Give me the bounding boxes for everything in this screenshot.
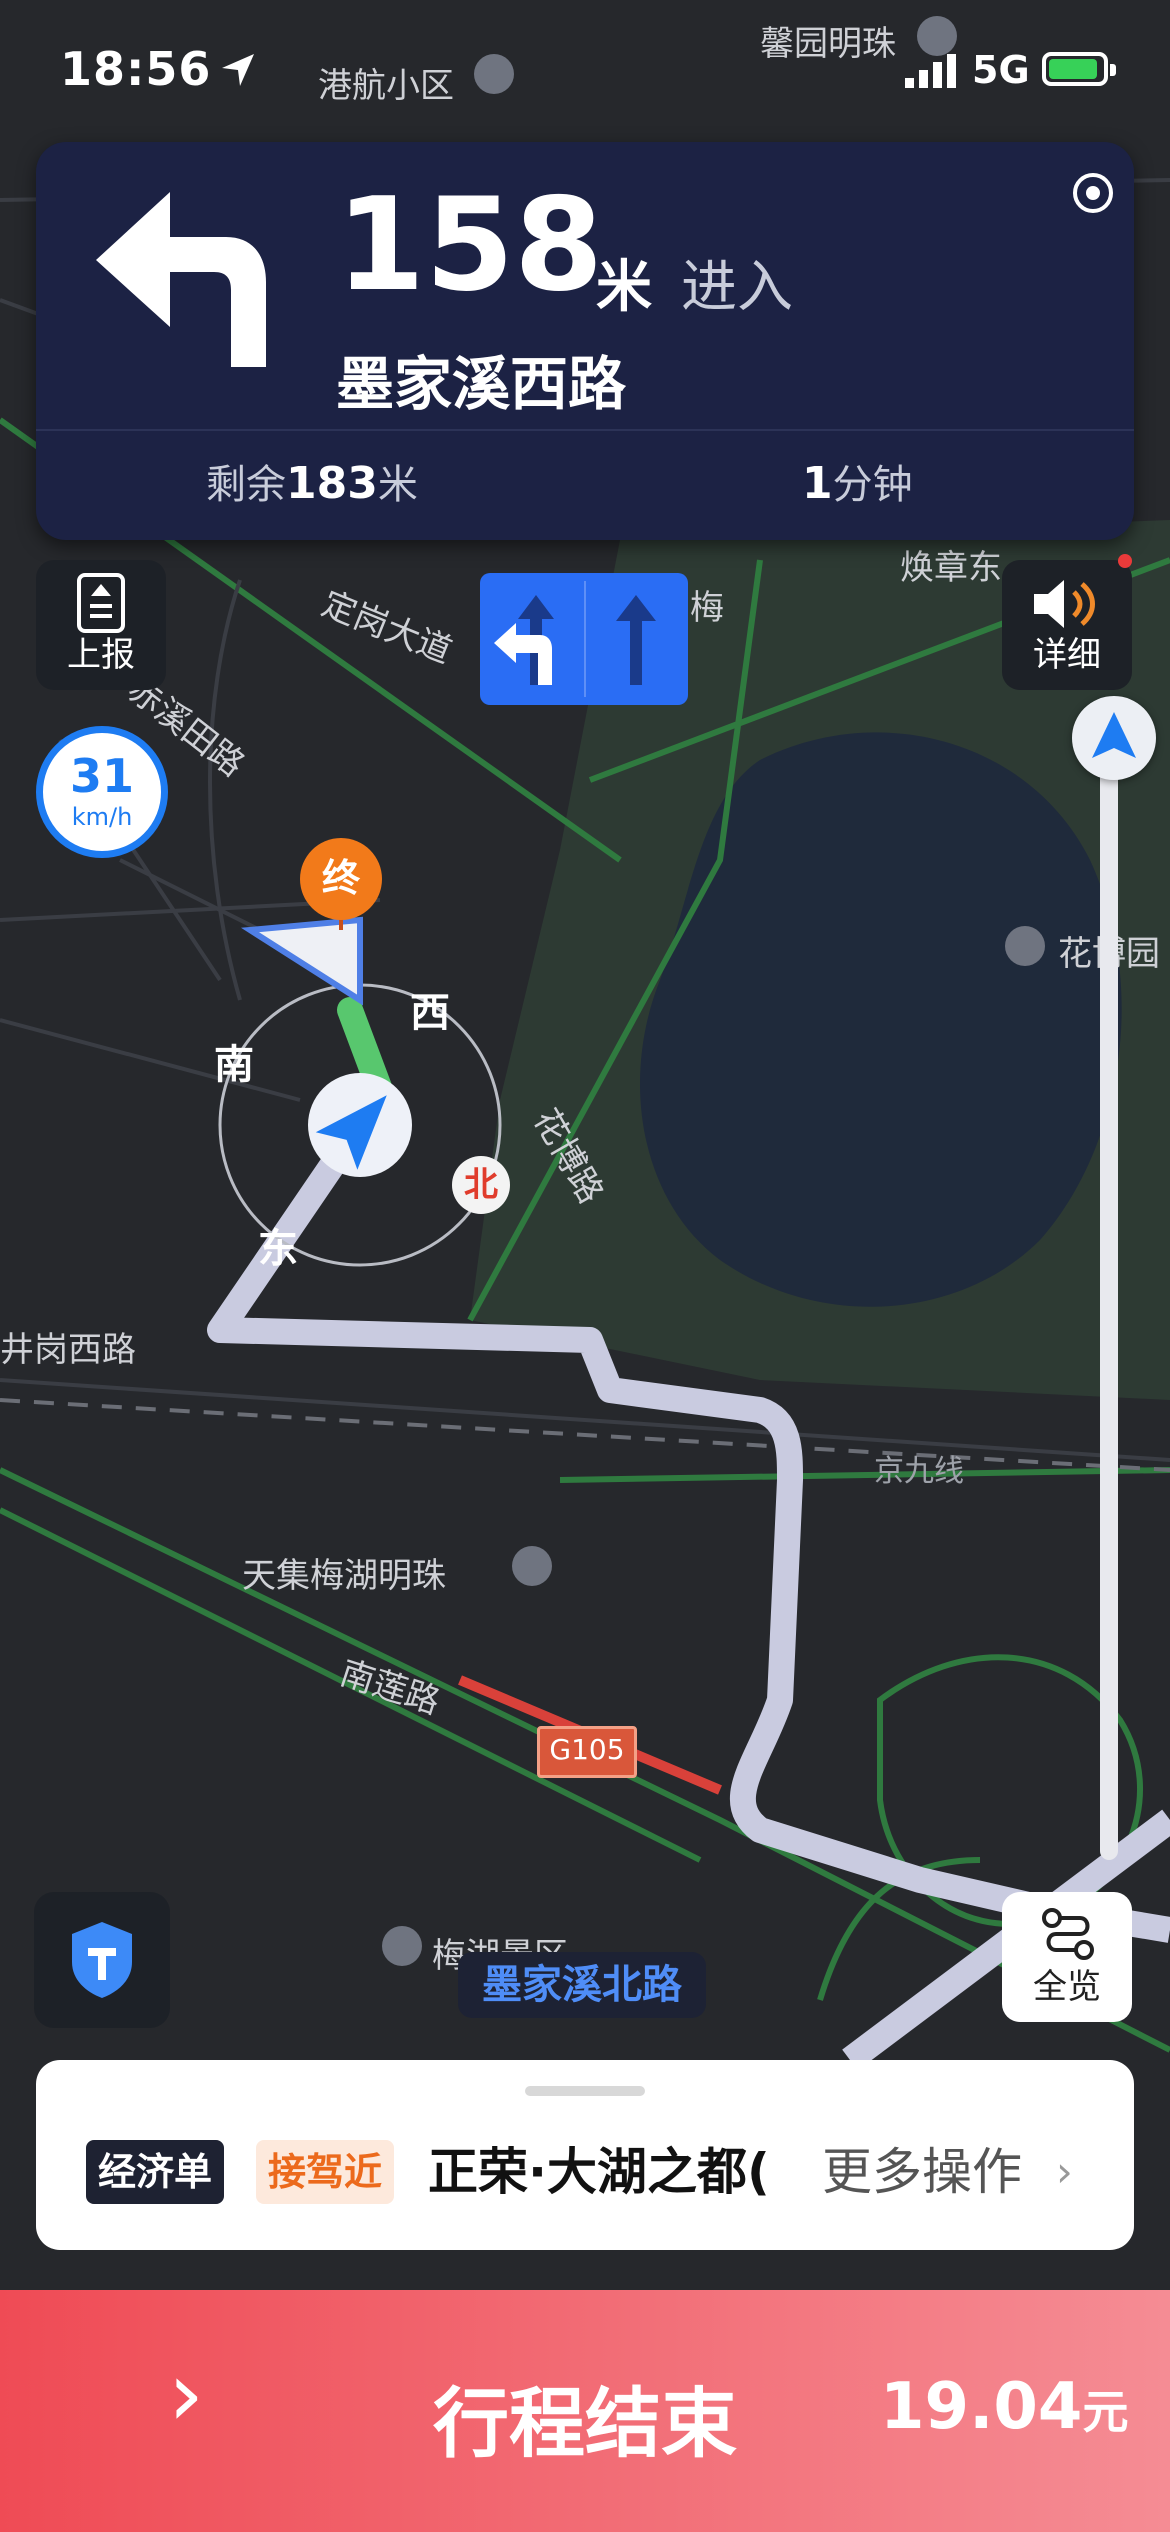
- current-road-label: 墨家溪北路: [458, 1952, 706, 2018]
- destination-name: 正荣·大湖之都(: [428, 2143, 770, 2201]
- chevron-right-icon[interactable]: ›: [1056, 2136, 1073, 2208]
- map-label-poi[interactable]: 天集梅湖明珠: [242, 1548, 446, 1597]
- map-label-road: 焕章东: [900, 548, 1002, 588]
- destination-marker[interactable]: 终: [300, 838, 382, 920]
- fare-value: 19.04: [880, 2370, 1083, 2444]
- cell-signal-icon: [905, 54, 956, 88]
- location-arrow-icon: [222, 54, 254, 86]
- turn-left-arrow-icon: [96, 192, 266, 367]
- fare-unit: 元: [1082, 2385, 1129, 2439]
- network-type: 5G: [972, 48, 1030, 92]
- notification-dot: [1118, 554, 1132, 568]
- remaining-time: 1分钟: [802, 452, 913, 510]
- speed-unit: km/h: [71, 803, 133, 831]
- remaining-unit: 米: [377, 462, 418, 508]
- speed-indicator: 31 km/h: [36, 726, 168, 858]
- pickup-badge: 接驾近: [256, 2140, 395, 2204]
- map-label-rail: 京九线: [874, 1454, 964, 1489]
- navigation-instruction-card[interactable]: 158 米 进入 墨家溪西路 剩余183米 1分钟: [36, 142, 1134, 540]
- order-card[interactable]: 经济单 接驾近 正荣·大湖之都( 更多操作 ›: [36, 2060, 1134, 2250]
- route-overview-icon: [1042, 1908, 1094, 1960]
- detail-label: 详细: [1033, 635, 1101, 675]
- turn-distance: 158: [336, 171, 604, 320]
- next-road-name: 墨家溪西路: [336, 350, 627, 418]
- more-actions-link[interactable]: 更多操作: [822, 2136, 1022, 2208]
- battery-icon: [1042, 52, 1116, 86]
- shield-icon: [72, 1922, 132, 1998]
- nav-divider: [36, 429, 1134, 431]
- eta-value: 1: [802, 458, 833, 509]
- lane-guidance: [480, 573, 688, 705]
- remaining-value: 183: [286, 458, 378, 509]
- eta-unit: 分钟: [832, 462, 913, 508]
- turn-action: 进入: [681, 255, 793, 320]
- voice-detail-button[interactable]: 详细: [1002, 560, 1132, 690]
- compass-south: 南: [214, 1042, 254, 1088]
- lane-arrows-icon: [494, 581, 656, 697]
- safety-shield-button[interactable]: [34, 1892, 170, 2028]
- report-label: 上报: [67, 635, 135, 675]
- status-bar: 18:56 5G: [0, 0, 1170, 150]
- end-trip-slider[interactable]: › 行程结束 19.04元: [0, 2290, 1170, 2532]
- map-label-road: 梅: [690, 588, 724, 628]
- report-icon: [77, 573, 125, 633]
- status-time: 18:56: [60, 42, 212, 96]
- compass-west: 西: [410, 990, 450, 1036]
- report-button[interactable]: 上报: [36, 560, 166, 690]
- drag-handle[interactable]: [525, 2086, 645, 2096]
- compass-north[interactable]: 北: [452, 1156, 510, 1214]
- turn-distance-unit: 米: [596, 255, 652, 320]
- route-overview-button[interactable]: 全览: [1002, 1892, 1132, 2022]
- order-type-badge: 经济单: [86, 2140, 225, 2204]
- speaker-icon: [1034, 580, 1095, 628]
- remaining-prefix: 剩余: [206, 462, 286, 508]
- compass-east: 东: [258, 1226, 298, 1272]
- fare-amount: 19.04元: [880, 2370, 1128, 2444]
- remaining-distance: 剩余183米: [206, 452, 418, 510]
- voice-broadcast-icon[interactable]: [1070, 170, 1116, 216]
- map-label-road: 井岗西路: [0, 1330, 136, 1370]
- route-progress-track: [1100, 740, 1118, 1860]
- route-progress-car-icon[interactable]: [1072, 696, 1156, 780]
- speed-value: 31: [69, 749, 134, 803]
- highway-shield: G105: [537, 1726, 637, 1778]
- overview-label: 全览: [1033, 1967, 1101, 2007]
